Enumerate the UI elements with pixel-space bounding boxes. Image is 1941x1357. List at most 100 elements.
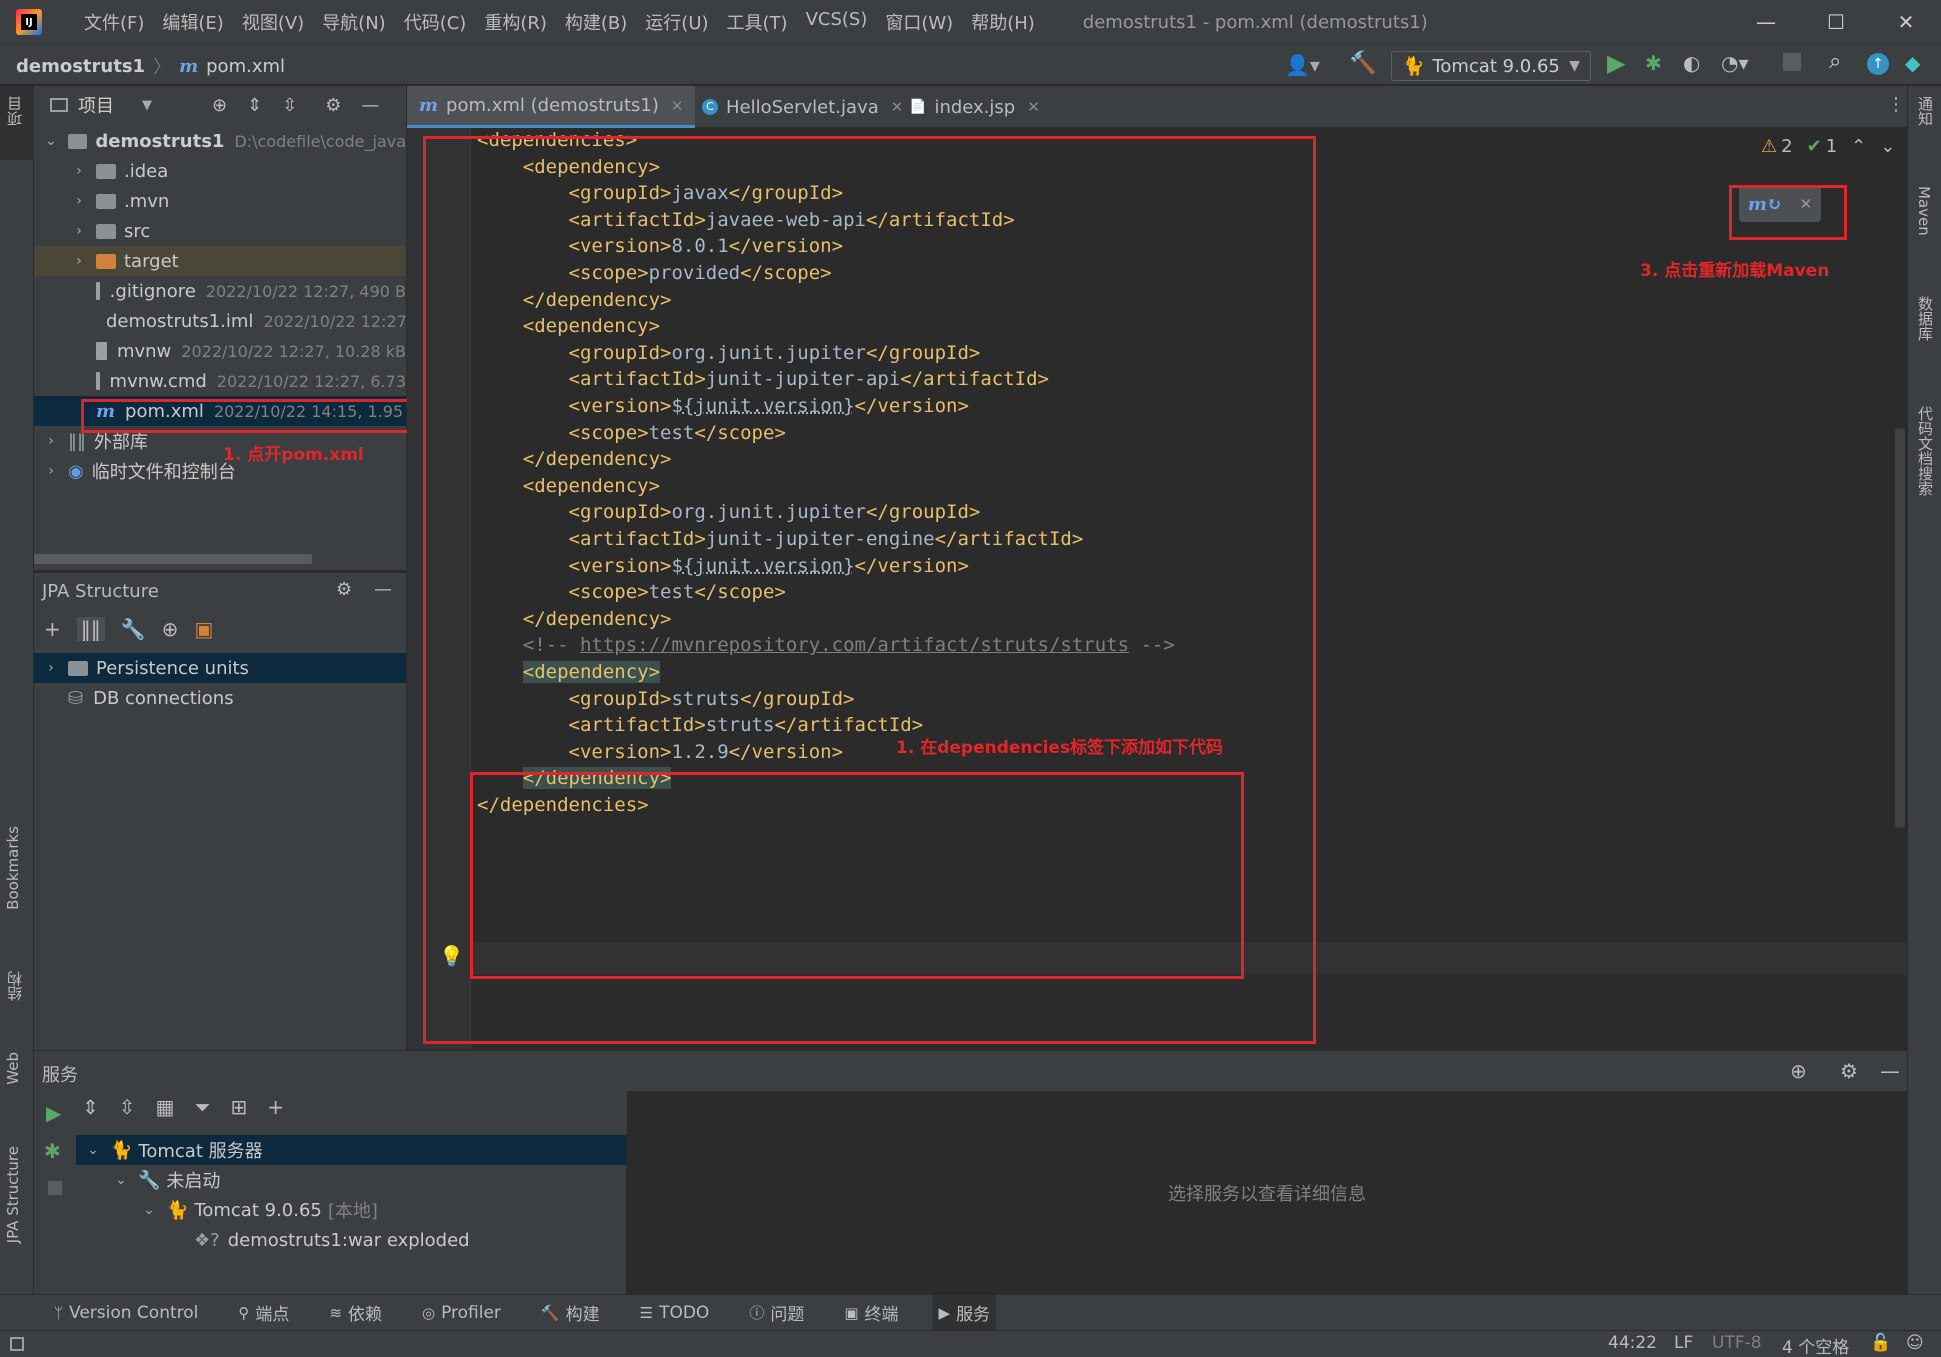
- collapse-all-icon[interactable]: ⇳: [119, 1095, 136, 1119]
- line-separator[interactable]: LF: [1674, 1333, 1693, 1353]
- bottom-tab[interactable]: 🔨 构建: [535, 1295, 606, 1331]
- tree-persistence-units[interactable]: › Persistence units: [34, 653, 406, 683]
- hide-panel-icon[interactable]: —: [361, 95, 379, 116]
- bottom-tab[interactable]: ◎ Profiler: [416, 1295, 507, 1331]
- toggle-tool-windows-icon[interactable]: [10, 1337, 24, 1351]
- notifications-tool-tab[interactable]: 通知: [1915, 96, 1936, 126]
- add-icon[interactable]: +: [267, 1095, 284, 1119]
- hide-panel-icon[interactable]: —: [1880, 1059, 1900, 1083]
- tree-item[interactable]: › .idea: [34, 156, 406, 186]
- expand-all-icon[interactable]: ⇕: [247, 95, 262, 116]
- search-icon[interactable]: ⌕: [1829, 49, 1841, 74]
- maximize-icon[interactable]: ☐: [1801, 0, 1871, 44]
- tree-root[interactable]: ⌄ demostruts1 D:\codefile\code_java: [34, 126, 406, 156]
- run-config-select[interactable]: 🐈 Tomcat 9.0.65 ▼: [1391, 51, 1591, 81]
- bottom-tab[interactable]: ☰ TODO: [634, 1295, 716, 1331]
- bottom-tab[interactable]: ⓘ 问题: [743, 1295, 810, 1331]
- expand-all-icon[interactable]: ⇕: [82, 1095, 99, 1119]
- bookmarks-tool-tab[interactable]: Bookmarks: [4, 826, 22, 910]
- user-account-icon[interactable]: 👤▾: [1285, 53, 1320, 77]
- view-options-icon[interactable]: ▣: [194, 617, 213, 641]
- menu-item[interactable]: 导航(N): [322, 9, 386, 35]
- menu-item[interactable]: 工具(T): [727, 9, 788, 35]
- library-icon[interactable]: ‖‖: [76, 617, 105, 641]
- menu-item[interactable]: 帮助(H): [971, 9, 1035, 35]
- project-panel-title[interactable]: 项目: [78, 92, 114, 118]
- code-search-tool-tab[interactable]: 代码文档搜索: [1915, 406, 1936, 496]
- maven-tool-tab[interactable]: Maven: [1915, 186, 1933, 236]
- inspection-widget[interactable]: ⚠ 2 ✔ 1 ⌃ ⌄: [1761, 136, 1895, 157]
- hide-panel-icon[interactable]: —: [374, 579, 392, 600]
- menu-item[interactable]: 窗口(W): [885, 9, 953, 35]
- locate-icon[interactable]: ⊕: [162, 617, 179, 641]
- run-icon[interactable]: ▶: [46, 1101, 61, 1125]
- breadcrumb-file[interactable]: pom.xml: [206, 56, 285, 77]
- bottom-tab[interactable]: ⚲ 端点: [232, 1295, 295, 1331]
- bottom-tab[interactable]: ᛘ Version Control: [48, 1295, 204, 1331]
- filter-icon[interactable]: ⏷: [194, 1095, 210, 1119]
- new-tab-icon[interactable]: ⊞: [230, 1095, 247, 1119]
- build-hammer-icon[interactable]: 🔨: [1349, 51, 1376, 76]
- profile-icon[interactable]: ◔▾: [1721, 51, 1749, 75]
- menu-item[interactable]: 运行(U): [645, 9, 708, 35]
- more-tabs-icon[interactable]: ⋮: [1887, 94, 1905, 115]
- jpa-structure-tool-tab[interactable]: JPA Structure: [4, 1146, 22, 1243]
- tree-item[interactable]: mvnw 2022/10/22 12:27, 10.28 kB: [34, 336, 406, 366]
- chevron-up-icon[interactable]: ⌃: [1851, 136, 1866, 157]
- debug-icon[interactable]: ✱: [44, 1139, 61, 1163]
- menu-item[interactable]: 构建(B): [565, 9, 627, 35]
- debug-icon[interactable]: ✱: [1645, 51, 1662, 75]
- gear-icon[interactable]: ⚙: [336, 579, 352, 600]
- close-icon[interactable]: ✕: [671, 97, 684, 115]
- menu-item[interactable]: 重构(R): [484, 9, 547, 35]
- bottom-tab[interactable]: ▶ 服务: [932, 1294, 997, 1331]
- menu-item[interactable]: 代码(C): [404, 9, 467, 35]
- tree-item[interactable]: mvnw.cmd 2022/10/22 12:27, 6.73: [34, 366, 406, 396]
- jetbrains-toolbox-icon[interactable]: ◆: [1905, 51, 1920, 75]
- menu-item[interactable]: VCS(S): [806, 9, 868, 35]
- add-icon[interactable]: +: [44, 617, 61, 641]
- menu-item[interactable]: 视图(V): [242, 9, 304, 35]
- menu-item[interactable]: 文件(F): [84, 9, 144, 35]
- bottom-tab[interactable]: ≋ 依赖: [323, 1295, 388, 1331]
- update-icon[interactable]: ↑: [1867, 53, 1889, 75]
- indent-setting[interactable]: 4 个空格: [1782, 1333, 1849, 1357]
- structure-tool-tab[interactable]: 结构: [4, 971, 25, 1001]
- locate-icon[interactable]: ⊕: [212, 95, 227, 116]
- menu-item[interactable]: 编辑(E): [162, 9, 223, 35]
- breadcrumb-project[interactable]: demostruts1: [16, 56, 145, 77]
- web-tool-tab[interactable]: Web: [4, 1052, 22, 1085]
- caret-position[interactable]: 44:22: [1608, 1333, 1657, 1353]
- project-tool-tab[interactable]: 项目: [0, 86, 34, 160]
- minimize-icon[interactable]: —: [1731, 0, 1801, 44]
- gear-icon[interactable]: ⚙: [1840, 1059, 1858, 1083]
- tree-item[interactable]: .gitignore 2022/10/22 12:27, 490 B: [34, 276, 406, 306]
- tab-helloservlet[interactable]: C HelloServlet.java ✕: [690, 86, 915, 128]
- tree-not-started[interactable]: ⌄ 🔧 未启动: [76, 1165, 626, 1195]
- tree-tomcat-server[interactable]: ⌄ 🐈 Tomcat 服务器: [76, 1135, 626, 1165]
- collapse-all-icon[interactable]: ⇳: [282, 95, 297, 116]
- file-encoding[interactable]: UTF-8: [1712, 1333, 1762, 1353]
- tree-artifact[interactable]: ❖? demostruts1:war exploded: [76, 1225, 626, 1255]
- locate-icon[interactable]: ⊕: [1790, 1059, 1807, 1083]
- lock-icon[interactable]: 🔓: [1870, 1333, 1891, 1353]
- memory-indicator-icon[interactable]: ☺: [1906, 1333, 1924, 1353]
- horizontal-scrollbar[interactable]: [34, 554, 312, 564]
- tab-pom-xml[interactable]: m pom.xml (demostruts1) ✕: [407, 86, 696, 128]
- wrench-icon[interactable]: 🔧: [121, 617, 146, 641]
- tree-item[interactable]: › target: [34, 246, 406, 276]
- stop-icon[interactable]: [1783, 53, 1801, 71]
- tree-item[interactable]: › .mvn: [34, 186, 406, 216]
- chevron-down-icon[interactable]: ▼: [142, 98, 152, 113]
- bottom-tab[interactable]: ▣ 终端: [838, 1295, 904, 1331]
- gear-icon[interactable]: ⚙: [325, 95, 341, 116]
- database-tool-tab[interactable]: 数据库: [1915, 296, 1936, 341]
- tree-item[interactable]: › src: [34, 216, 406, 246]
- run-icon[interactable]: ▶: [1607, 49, 1625, 77]
- tree-tomcat-instance[interactable]: ⌄ 🐈 Tomcat 9.0.65 [本地]: [76, 1195, 626, 1225]
- close-icon[interactable]: ✕: [1027, 98, 1040, 116]
- close-window-icon[interactable]: ✕: [1871, 0, 1941, 44]
- group-by-icon[interactable]: ▦: [156, 1095, 175, 1119]
- tree-db-connections[interactable]: ⛁ DB connections: [34, 683, 406, 713]
- tree-item[interactable]: demostruts1.iml 2022/10/22 12:27: [34, 306, 406, 336]
